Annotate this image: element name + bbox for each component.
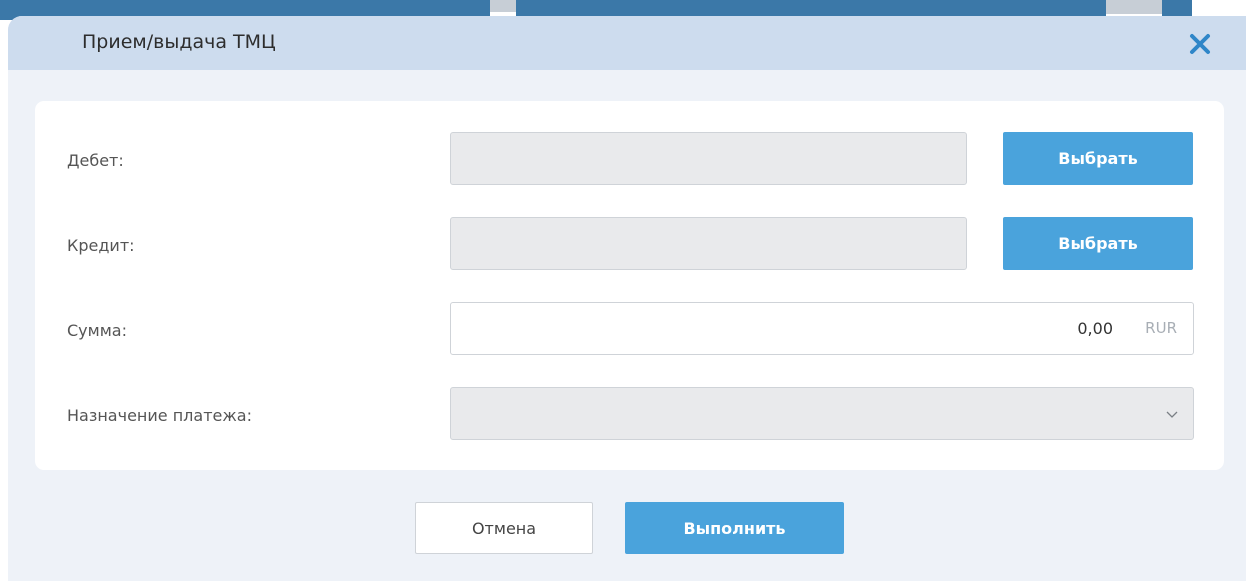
purpose-label: Назначение платежа: [67,406,252,425]
debit-choose-button[interactable]: Выбрать [1003,132,1193,185]
currency-label: RUR [1145,319,1177,337]
credit-choose-button[interactable]: Выбрать [1003,217,1193,270]
form-card: Дебет: Выбрать Кредит: Выбрать Сумма: 0,… [35,101,1224,470]
amount-label: Сумма: [67,321,127,340]
dialog-header: Прием/выдача ТМЦ [8,16,1246,70]
background-bar [1106,0,1162,14]
close-icon [1190,34,1210,54]
credit-field[interactable] [450,217,967,270]
background-bar [490,0,516,12]
amount-field[interactable]: 0,00 RUR [450,302,1194,355]
purpose-select[interactable] [450,387,1194,440]
dialog-title: Прием/выдача ТМЦ [82,31,276,53]
close-button[interactable] [1186,30,1214,58]
cancel-button[interactable]: Отмена [415,502,593,554]
credit-label: Кредит: [67,236,135,255]
submit-button[interactable]: Выполнить [625,502,844,554]
amount-value: 0,00 [1077,319,1113,338]
debit-label: Дебет: [67,151,124,170]
debit-field[interactable] [450,132,967,185]
transfer-dialog: Прием/выдача ТМЦ Дебет: Выбрать Кредит: … [8,16,1246,581]
chevron-down-icon [1166,411,1178,418]
